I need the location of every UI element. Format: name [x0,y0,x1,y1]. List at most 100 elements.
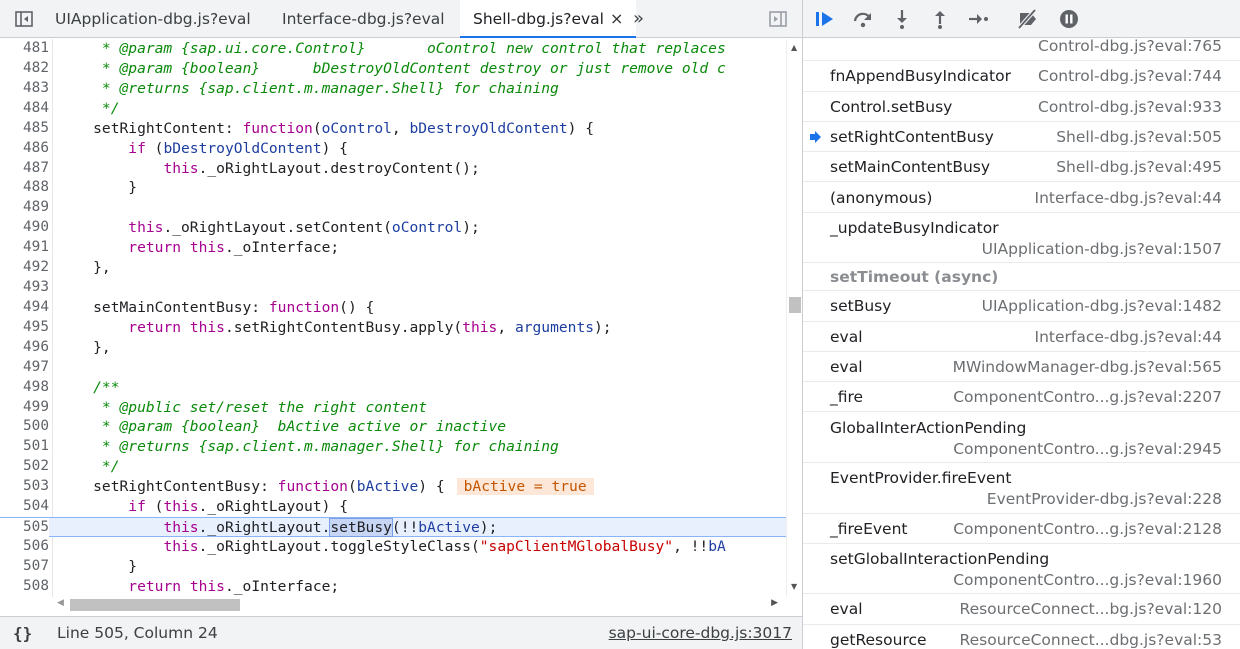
line-number[interactable]: 491 [0,238,49,258]
line-number[interactable]: 495 [0,318,49,338]
code-line[interactable]: 500 * @param {boolean} bActive active or… [0,417,786,437]
code-line[interactable]: 499 * @public set/reset the right conten… [0,398,786,418]
call-frame[interactable]: setGlobalInteractionPending ComponentCont… [803,544,1240,595]
code-line[interactable]: 503 setRightContentBusy: function(bActiv… [0,477,786,497]
code-line[interactable]: 508 return this._oInterface; [0,577,786,597]
tab-interface[interactable]: Interface-dbg.js?eval [282,0,445,38]
call-frame[interactable]: Control.setBusy Control-dbg.js?eval:933 [803,92,1240,122]
code-line[interactable]: 507 } [0,557,786,577]
line-number[interactable]: 505 [0,518,49,538]
scroll-left-icon[interactable]: ◀ [57,598,64,608]
pretty-print-button[interactable]: {} [13,617,32,649]
line-number[interactable]: 481 [0,39,49,59]
line-number[interactable]: 487 [0,159,49,179]
toggle-navigator-icon[interactable] [14,9,34,29]
horizontal-scrollbar[interactable]: ◀ ▶ [53,597,786,613]
line-number[interactable]: 498 [0,378,49,398]
code-editor[interactable]: 481 * @param {sap.ui.core.Control} oCont… [0,39,786,597]
line-number[interactable]: 494 [0,298,49,318]
step-into-icon[interactable] [890,7,914,31]
line-number[interactable]: 503 [0,477,49,497]
code-line[interactable]: 482 * @param {boolean} bDestroyOldConten… [0,59,786,79]
call-frame[interactable]: setMainContentBusy Shell-dbg.js?eval:495 [803,152,1240,183]
line-number[interactable]: 486 [0,139,49,159]
line-number[interactable]: 506 [0,537,49,557]
line-number[interactable]: 499 [0,398,49,418]
call-frame[interactable]: (anonymous) Interface-dbg.js?eval:44 [803,183,1240,213]
line-number[interactable]: 500 [0,417,49,437]
code-line[interactable]: 501 * @returns {sap.client.m.manager.She… [0,437,786,457]
line-number[interactable]: 508 [0,577,49,597]
line-number[interactable]: 507 [0,557,49,577]
call-frame[interactable]: Control-dbg.js?eval:765 [803,39,1240,62]
code-line[interactable]: 496 }, [0,338,786,358]
code-line[interactable]: 489 [0,198,786,218]
line-number[interactable]: 496 [0,338,49,358]
line-number[interactable]: 493 [0,278,49,298]
code-line[interactable]: 487 this._oRightLayout.destroyContent(); [0,159,786,179]
code-line[interactable]: 492 }, [0,258,786,278]
code-line[interactable]: 490 this._oRightLayout.setContent(oContr… [0,218,786,238]
code-line[interactable]: 485 setRightContent: function(oControl, … [0,119,786,139]
pause-on-exceptions-icon[interactable] [1057,7,1081,31]
horizontal-scroll-thumb[interactable] [70,599,240,611]
line-number[interactable]: 501 [0,437,49,457]
vertical-scroll-thumb[interactable] [789,297,801,313]
code-line[interactable]: 491 return this._oInterface; [0,238,786,258]
line-number[interactable]: 483 [0,79,49,99]
line-number[interactable]: 490 [0,218,49,238]
call-frame[interactable]: GlobalInterActionPending ComponentContro.… [803,413,1240,463]
code-line[interactable]: 502 */ [0,457,786,477]
vertical-scrollbar[interactable]: ▲ ▼ [786,39,802,597]
code-line[interactable]: 483 * @returns {sap.client.m.manager.She… [0,79,786,99]
code-line[interactable]: 504 if (this._oRightLayout) { [0,497,786,517]
tab-uiapplication[interactable]: UIApplication-dbg.js?eval [55,0,251,38]
code-line[interactable]: 486 if (bDestroyOldContent) { [0,139,786,159]
line-number[interactable]: 488 [0,178,49,198]
call-frame[interactable]: _updateBusyIndicator UIApplication-dbg.js… [803,213,1240,264]
deactivate-breakpoints-icon[interactable] [1016,7,1040,31]
code-line[interactable]: 498 /** [0,378,786,398]
call-frame[interactable]: eval MWindowManager-dbg.js?eval:565 [803,352,1240,383]
line-number[interactable]: 504 [0,497,49,517]
code-line[interactable]: 495 return this.setRightContentBusy.appl… [0,318,786,338]
code-line[interactable]: 494 setMainContentBusy: function() { [0,298,786,318]
line-number[interactable]: 485 [0,119,49,139]
line-number[interactable]: 489 [0,198,49,218]
code-line[interactable]: 506 this._oRightLayout.toggleStyleClass(… [0,537,786,557]
call-frame-current[interactable]: setRightContentBusy Shell-dbg.js?eval:505 [803,122,1240,153]
code-line-current[interactable]: 505 this._oRightLayout.setBusy(!!bActive… [0,517,786,538]
code-line[interactable]: 497 [0,358,786,378]
call-frame[interactable]: getResource ResourceConnect...dbg.js?eval… [803,625,1240,649]
line-number[interactable]: 482 [0,59,49,79]
step-over-icon[interactable] [851,7,875,31]
close-tab-icon[interactable]: × [610,0,623,38]
source-file-link[interactable]: sap-ui-core-dbg.js:3017 [609,617,792,649]
line-number[interactable]: 492 [0,258,49,278]
scroll-up-icon[interactable]: ▲ [791,43,797,52]
call-frame[interactable]: _fire ComponentContro...g.js?eval:2207 [803,382,1240,413]
call-frame[interactable]: setBusy UIApplication-dbg.js?eval:1482 [803,291,1240,322]
more-tabs-icon[interactable]: » [633,0,644,38]
code-line[interactable]: 484 */ [0,99,786,119]
frame-location: ComponentContro...g.js?eval:2128 [953,519,1222,538]
call-frame[interactable]: fnAppendBusyIndicator Control-dbg.js?eval… [803,61,1240,92]
code-line[interactable]: 493 [0,278,786,298]
line-number[interactable]: 502 [0,457,49,477]
call-frame[interactable]: eval Interface-dbg.js?eval:44 [803,322,1240,352]
step-out-icon[interactable] [928,7,952,31]
frame-function-name: Control.setBusy [830,97,953,116]
line-number[interactable]: 497 [0,358,49,378]
toggle-debugger-icon[interactable] [768,9,788,29]
code-line[interactable]: 481 * @param {sap.ui.core.Control} oCont… [0,39,786,59]
tab-shell[interactable]: Shell-dbg.js?eval × [460,0,637,38]
call-frame[interactable]: _fireEvent ComponentContro...g.js?eval:21… [803,514,1240,544]
line-number[interactable]: 484 [0,99,49,119]
scroll-right-icon[interactable]: ▶ [771,598,778,608]
call-frame[interactable]: EventProvider.fireEvent EventProvider-dbg… [803,463,1240,514]
code-line[interactable]: 488 } [0,178,786,198]
step-icon[interactable] [966,7,990,31]
resume-icon[interactable] [813,7,837,31]
scroll-down-icon[interactable]: ▼ [791,582,797,591]
call-frame[interactable]: eval ResourceConnect...bg.js?eval:120 [803,594,1240,625]
